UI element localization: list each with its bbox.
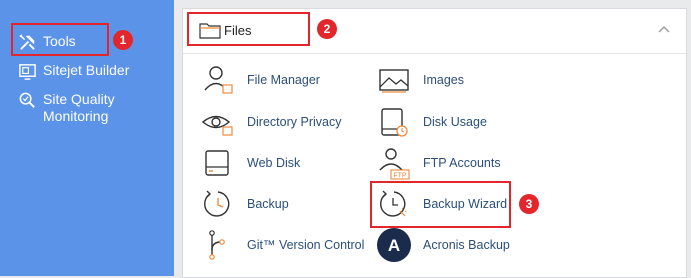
callout-badge-1: 1 (113, 30, 133, 50)
sidebar-item-sitejet-builder[interactable]: Sitejet Builder (18, 62, 129, 81)
backup-icon (201, 187, 235, 221)
acronis-logo-letter: A (388, 236, 400, 255)
callout-box-2 (187, 12, 310, 46)
sitejet-icon (19, 64, 36, 80)
disk-usage-icon (377, 105, 411, 139)
tool-label: Web Disk (247, 156, 301, 170)
callout-box-3 (370, 181, 511, 228)
callout-badge-3: 3 (519, 194, 539, 214)
sidebar-item-label: Sitejet Builder (43, 62, 130, 78)
tool-label: Images (423, 73, 464, 87)
tool-disk-usage[interactable]: Disk Usage (377, 105, 487, 139)
sidebar-item-label: Site Quality Monitoring (43, 91, 115, 124)
images-icon (377, 63, 411, 97)
tool-acronis-backup[interactable]: A Acronis Backup (377, 228, 510, 262)
git-icon (201, 228, 235, 262)
svg-text:FTP: FTP (393, 173, 407, 180)
tool-ftp-accounts[interactable]: FTP FTP Accounts (377, 146, 501, 180)
tool-label: Git™ Version Control (247, 238, 365, 252)
acronis-icon: A (377, 228, 411, 262)
callout-badge-2: 2 (317, 19, 337, 39)
ftp-icon: FTP (377, 146, 411, 180)
tool-directory-privacy[interactable]: Directory Privacy (201, 105, 341, 139)
tool-web-disk[interactable]: Web Disk (201, 146, 300, 180)
tool-git-version-control[interactable]: Git™ Version Control (201, 228, 364, 262)
directory-privacy-icon (201, 105, 235, 139)
tool-images[interactable]: Images (377, 63, 464, 97)
tool-label: Directory Privacy (247, 115, 342, 129)
tool-label: FTP Accounts (423, 156, 501, 170)
callout-box-1 (11, 23, 109, 56)
tool-label: Backup (247, 197, 289, 211)
sidebar-item-site-quality-monitoring[interactable]: Site Quality Monitoring (18, 91, 138, 125)
tool-file-manager[interactable]: File Manager (201, 63, 320, 97)
file-manager-icon (201, 63, 235, 97)
tool-label: Disk Usage (423, 115, 487, 129)
files-panel: Files File Manager Directory Privacy Web… (182, 8, 687, 278)
tool-label: Acronis Backup (423, 238, 510, 252)
site-quality-icon (19, 92, 35, 108)
chevron-up-icon[interactable] (658, 25, 670, 33)
web-disk-icon (201, 146, 235, 180)
tool-backup[interactable]: Backup (201, 187, 289, 221)
tool-label: File Manager (247, 73, 320, 87)
